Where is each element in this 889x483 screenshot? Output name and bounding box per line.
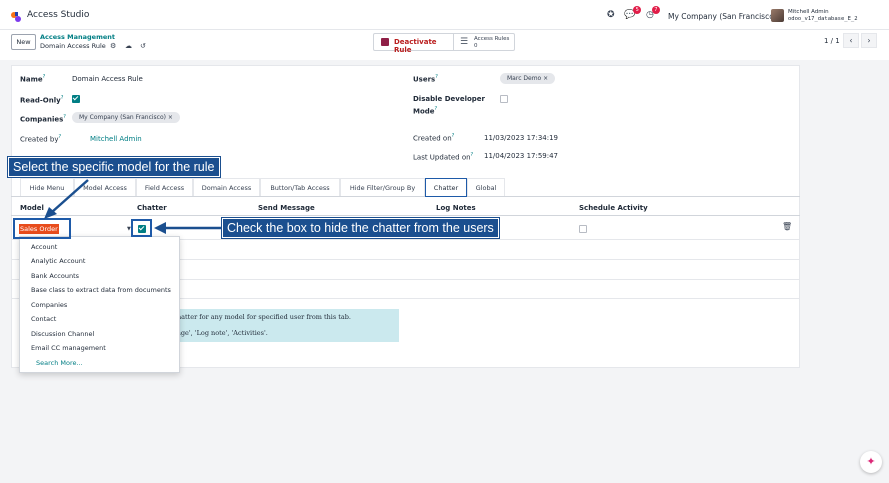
arrow-to-model — [51, 179, 89, 213]
arrowhead-chatter — [154, 222, 166, 234]
callout-arrows — [44, 179, 222, 234]
